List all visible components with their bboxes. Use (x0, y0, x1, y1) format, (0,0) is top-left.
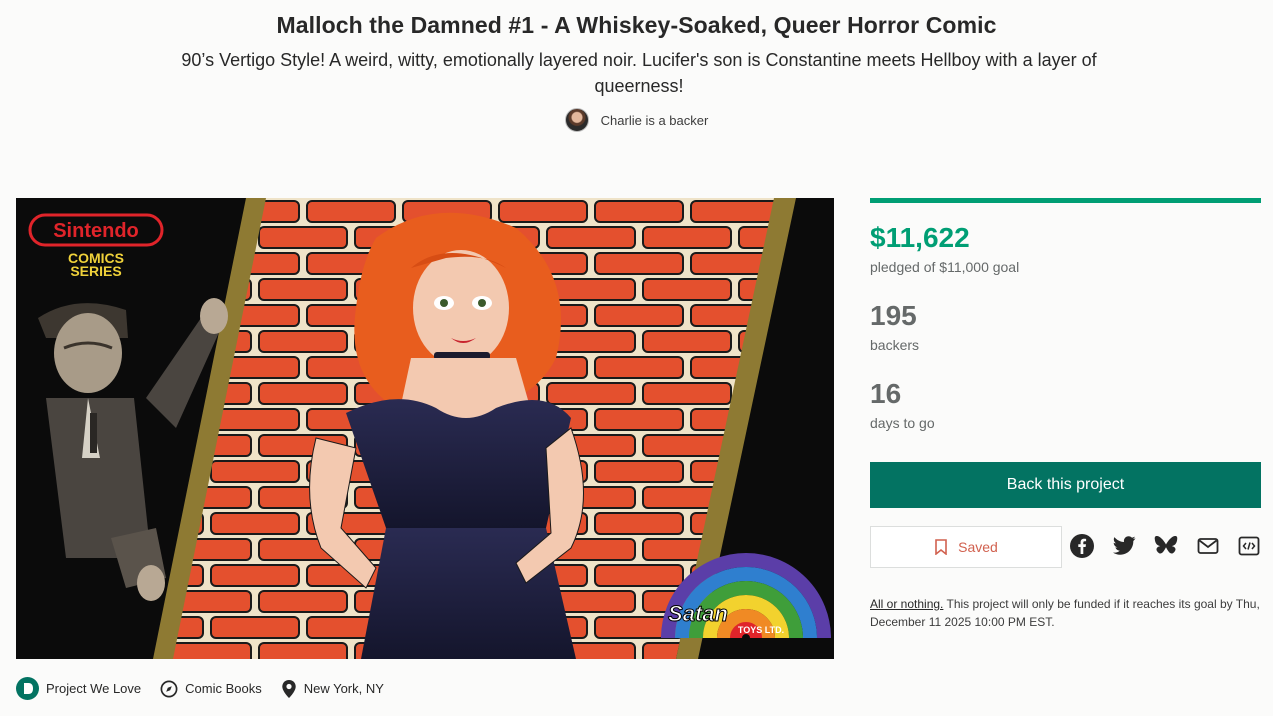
location-label: New York, NY (303, 681, 384, 696)
friend-backer-note[interactable]: Charlie is a backer (0, 108, 1273, 132)
facebook-share-button[interactable] (1069, 533, 1095, 559)
days-to-go-count: 16 (870, 378, 902, 409)
project-tags: Project We Love Comic Books New York, NY (16, 677, 403, 700)
funding-progress-bar (870, 198, 1261, 203)
backers-count: 195 (870, 300, 917, 331)
email-share-button[interactable] (1195, 533, 1221, 559)
location-pin-icon (282, 679, 296, 698)
satan-logo-text: Satan (668, 601, 728, 626)
project-we-love-icon (16, 677, 39, 700)
cover-illustration: Sintendo COMICS SERIES Satan TOYS LTD. (16, 198, 834, 659)
facebook-icon (1070, 534, 1094, 558)
category-label: Comic Books (185, 681, 262, 696)
project-blurb: 90’s Vertigo Style! A weird, witty, emot… (181, 50, 1097, 96)
twitter-icon (1113, 536, 1136, 555)
backer-note-text: Charlie is a backer (600, 112, 709, 128)
email-icon (1197, 538, 1219, 554)
back-this-project-button[interactable]: Back this project (870, 462, 1261, 508)
project-we-love-label: Project We Love (46, 681, 142, 696)
sintendo-logo: Sintendo (53, 220, 139, 242)
pledged-goal-label: pledged of $11,000 goal (870, 259, 1020, 275)
location-tag[interactable]: New York, NY (281, 679, 384, 699)
compass-icon (160, 680, 178, 697)
all-or-nothing-link[interactable]: All or nothing. (870, 597, 943, 611)
saved-button[interactable]: Saved (870, 526, 1062, 568)
embed-share-button[interactable] (1236, 533, 1262, 559)
avatar (564, 108, 589, 132)
bluesky-share-button[interactable] (1153, 533, 1179, 559)
project-title: Malloch the Damned #1 - A Whiskey-Soaked… (276, 12, 997, 38)
comics-series-line2: SERIES (70, 263, 121, 279)
satan-logo-suffix: TOYS LTD. (738, 625, 784, 635)
pledged-amount: $11,622 (870, 222, 970, 253)
twitter-share-button[interactable] (1111, 533, 1137, 559)
backers-label: backers (870, 337, 920, 353)
bookmark-icon (935, 539, 947, 555)
embed-icon (1238, 536, 1260, 556)
project-hero-image[interactable]: Sintendo COMICS SERIES Satan TOYS LTD. (16, 198, 834, 659)
days-to-go-label: days to go (870, 415, 935, 431)
all-or-nothing-notice: All or nothing. This project will only b… (870, 595, 1260, 631)
bluesky-icon (1154, 535, 1178, 554)
project-we-love-tag[interactable]: Project We Love (16, 677, 141, 700)
category-tag[interactable]: Comic Books (160, 680, 262, 698)
saved-label: Saved (958, 539, 998, 555)
